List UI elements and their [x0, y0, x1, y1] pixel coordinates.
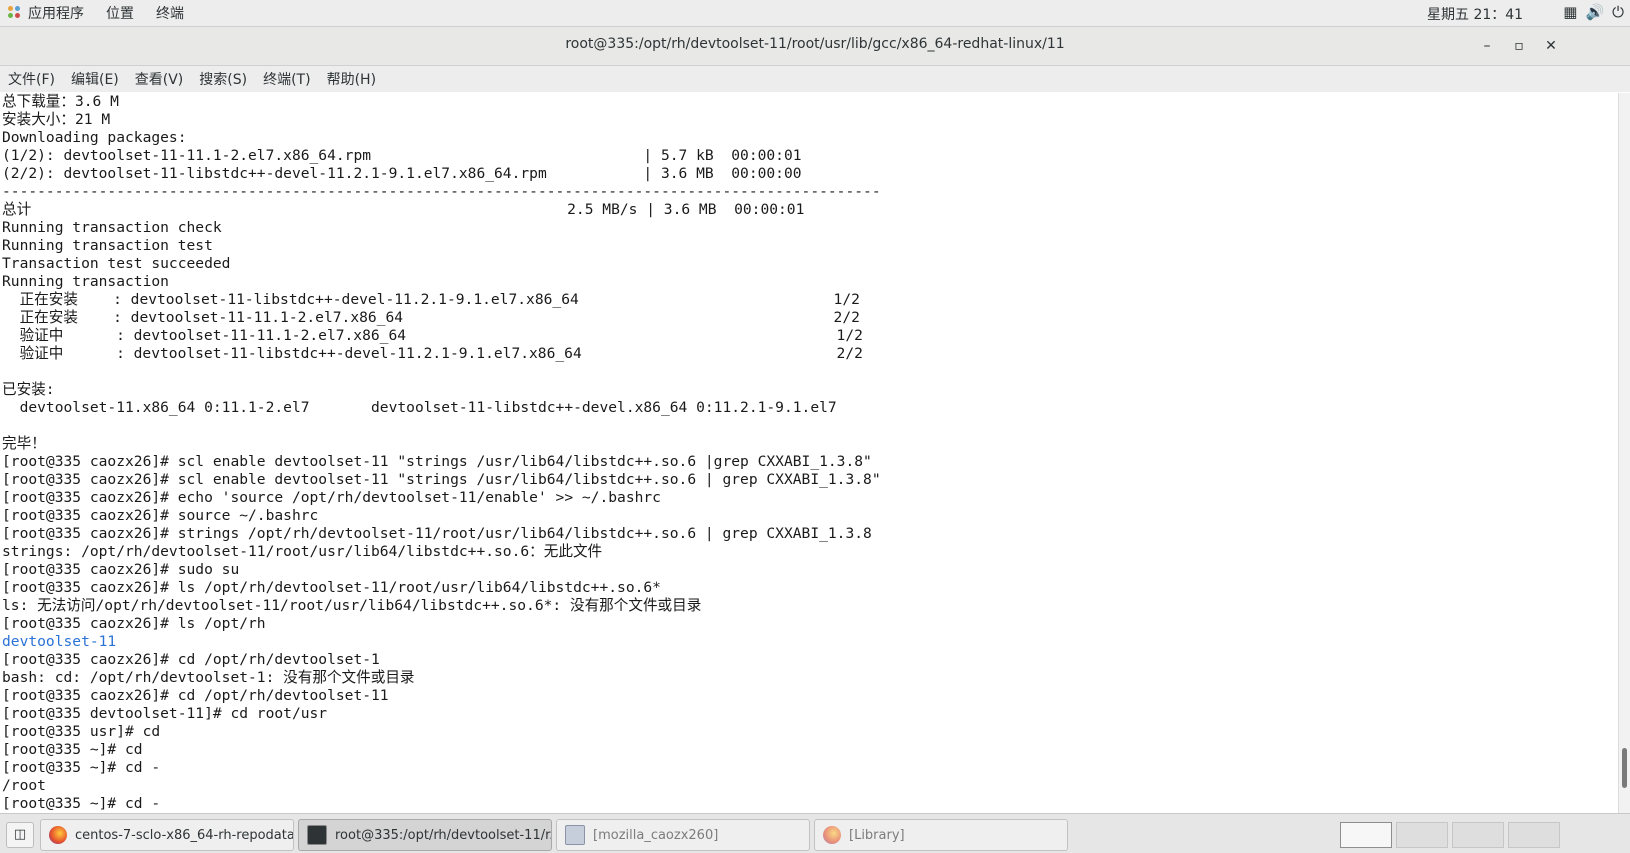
- task-library[interactable]: [Library]: [814, 819, 1068, 851]
- firefox-icon: [823, 826, 841, 844]
- scrollbar-thumb[interactable]: [1622, 748, 1627, 788]
- menu-bar: 文件(F) 编辑(E) 查看(V) 搜索(S) 终端(T) 帮助(H): [0, 66, 1630, 92]
- maximize-button[interactable]: ▫: [1508, 35, 1530, 57]
- menu-help[interactable]: 帮助(H): [327, 69, 376, 89]
- menu-file[interactable]: 文件(F): [8, 69, 55, 89]
- task-label: root@335:/opt/rh/devtoolset-11/r...: [335, 827, 552, 843]
- terminal-text-block: [root@335 caozx26]# cd /opt/rh/devtoolse…: [2, 651, 415, 812]
- network-icon[interactable]: ▦: [1563, 3, 1577, 21]
- workspace-3[interactable]: [1452, 822, 1504, 848]
- places-menu[interactable]: 位置: [106, 3, 134, 23]
- directory-listing: devtoolset-11: [2, 633, 117, 650]
- menu-edit[interactable]: 编辑(E): [71, 69, 119, 89]
- applications-icon: [8, 6, 22, 20]
- window-title: root@335:/opt/rh/devtoolset-11/root/usr/…: [565, 36, 1065, 52]
- close-button[interactable]: ✕: [1540, 35, 1562, 57]
- system-tray[interactable]: ▦ 🔊 ⏻: [1563, 3, 1624, 21]
- workspace-4[interactable]: [1508, 822, 1560, 848]
- clock[interactable]: 星期五 21：41: [1427, 4, 1523, 24]
- menu-search[interactable]: 搜索(S): [199, 69, 247, 89]
- task-firefox-repodata[interactable]: centos-7-sclo-x86_64-rh-repodata...: [40, 819, 294, 851]
- taskbar: ◫ centos-7-sclo-x86_64-rh-repodata... ro…: [0, 813, 1630, 853]
- file-manager-icon: [565, 825, 585, 845]
- menu-terminal[interactable]: 终端(T): [263, 69, 310, 89]
- task-label: [Library]: [849, 827, 905, 843]
- task-terminal[interactable]: root@335:/opt/rh/devtoolset-11/r...: [298, 819, 552, 851]
- task-label: centos-7-sclo-x86_64-rh-repodata...: [75, 827, 294, 843]
- terminal-output[interactable]: 总下载量：3.6 M 安装大小：21 M Downloading package…: [0, 93, 1618, 813]
- applications-menu[interactable]: 应用程序: [28, 3, 84, 23]
- terminal-scrollbar[interactable]: [1618, 93, 1630, 813]
- menu-view[interactable]: 查看(V): [135, 69, 184, 89]
- volume-icon[interactable]: 🔊: [1585, 3, 1604, 21]
- show-desktop-button[interactable]: ◫: [6, 822, 34, 848]
- terminal-icon: [307, 825, 327, 845]
- top-panel-menus: 应用程序 位置 终端: [0, 3, 206, 23]
- terminal-text-block: 总下载量：3.6 M 安装大小：21 M Downloading package…: [2, 93, 881, 632]
- window-titlebar[interactable]: root@335:/opt/rh/devtoolset-11/root/usr/…: [0, 27, 1630, 66]
- task-file-manager[interactable]: [mozilla_caozx260]: [556, 819, 810, 851]
- power-icon[interactable]: ⏻: [1612, 3, 1624, 21]
- workspace-1[interactable]: [1340, 822, 1392, 848]
- minimize-button[interactable]: –: [1476, 35, 1498, 57]
- terminal-app-menu[interactable]: 终端: [156, 3, 184, 23]
- task-label: [mozilla_caozx260]: [593, 827, 719, 843]
- firefox-icon: [49, 826, 67, 844]
- workspace-2[interactable]: [1396, 822, 1448, 848]
- top-panel: 应用程序 位置 终端 星期五 21：41 ▦ 🔊 ⏻: [0, 0, 1630, 27]
